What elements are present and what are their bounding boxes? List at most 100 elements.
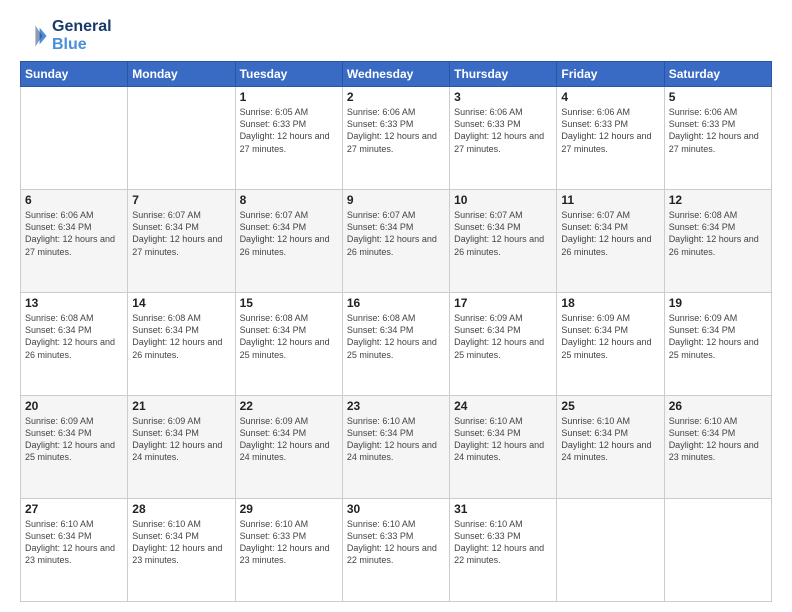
calendar-cell: 29 Sunrise: 6:10 AMSunset: 6:33 PMDaylig… — [235, 499, 342, 602]
calendar-cell: 25 Sunrise: 6:10 AMSunset: 6:34 PMDaylig… — [557, 396, 664, 499]
col-sunday: Sunday — [21, 62, 128, 87]
day-info: Sunrise: 6:07 AMSunset: 6:34 PMDaylight:… — [454, 210, 544, 256]
calendar-cell: 23 Sunrise: 6:10 AMSunset: 6:34 PMDaylig… — [342, 396, 449, 499]
day-number: 31 — [454, 502, 552, 516]
calendar-cell: 7 Sunrise: 6:07 AMSunset: 6:34 PMDayligh… — [128, 190, 235, 293]
day-number: 30 — [347, 502, 445, 516]
col-saturday: Saturday — [664, 62, 771, 87]
day-info: Sunrise: 6:06 AMSunset: 6:33 PMDaylight:… — [561, 107, 651, 153]
day-info: Sunrise: 6:08 AMSunset: 6:34 PMDaylight:… — [669, 210, 759, 256]
col-tuesday: Tuesday — [235, 62, 342, 87]
calendar-table: Sunday Monday Tuesday Wednesday Thursday… — [20, 61, 772, 602]
day-number: 10 — [454, 193, 552, 207]
logo-text: General Blue — [52, 18, 112, 53]
calendar-cell: 4 Sunrise: 6:06 AMSunset: 6:33 PMDayligh… — [557, 87, 664, 190]
calendar-cell: 17 Sunrise: 6:09 AMSunset: 6:34 PMDaylig… — [450, 293, 557, 396]
calendar-week-3: 13 Sunrise: 6:08 AMSunset: 6:34 PMDaylig… — [21, 293, 772, 396]
day-info: Sunrise: 6:06 AMSunset: 6:33 PMDaylight:… — [669, 107, 759, 153]
calendar-cell: 26 Sunrise: 6:10 AMSunset: 6:34 PMDaylig… — [664, 396, 771, 499]
day-number: 5 — [669, 90, 767, 104]
day-info: Sunrise: 6:06 AMSunset: 6:33 PMDaylight:… — [347, 107, 437, 153]
calendar-cell: 2 Sunrise: 6:06 AMSunset: 6:33 PMDayligh… — [342, 87, 449, 190]
calendar-cell: 22 Sunrise: 6:09 AMSunset: 6:34 PMDaylig… — [235, 396, 342, 499]
day-number: 9 — [347, 193, 445, 207]
calendar-cell: 30 Sunrise: 6:10 AMSunset: 6:33 PMDaylig… — [342, 499, 449, 602]
col-wednesday: Wednesday — [342, 62, 449, 87]
day-info: Sunrise: 6:10 AMSunset: 6:33 PMDaylight:… — [347, 519, 437, 565]
logo: General Blue — [20, 18, 112, 53]
day-info: Sunrise: 6:07 AMSunset: 6:34 PMDaylight:… — [240, 210, 330, 256]
day-info: Sunrise: 6:08 AMSunset: 6:34 PMDaylight:… — [347, 313, 437, 359]
calendar-week-1: 1 Sunrise: 6:05 AMSunset: 6:33 PMDayligh… — [21, 87, 772, 190]
col-friday: Friday — [557, 62, 664, 87]
day-number: 25 — [561, 399, 659, 413]
page: General Blue Sunday Monday Tuesday Wedne… — [0, 0, 792, 612]
day-number: 27 — [25, 502, 123, 516]
day-info: Sunrise: 6:05 AMSunset: 6:33 PMDaylight:… — [240, 107, 330, 153]
calendar-cell: 20 Sunrise: 6:09 AMSunset: 6:34 PMDaylig… — [21, 396, 128, 499]
day-number: 13 — [25, 296, 123, 310]
day-number: 24 — [454, 399, 552, 413]
calendar-cell: 24 Sunrise: 6:10 AMSunset: 6:34 PMDaylig… — [450, 396, 557, 499]
day-number: 2 — [347, 90, 445, 104]
day-info: Sunrise: 6:10 AMSunset: 6:34 PMDaylight:… — [132, 519, 222, 565]
calendar-cell: 14 Sunrise: 6:08 AMSunset: 6:34 PMDaylig… — [128, 293, 235, 396]
day-info: Sunrise: 6:06 AMSunset: 6:34 PMDaylight:… — [25, 210, 115, 256]
day-number: 23 — [347, 399, 445, 413]
calendar-cell — [557, 499, 664, 602]
header: General Blue — [20, 18, 772, 53]
day-info: Sunrise: 6:07 AMSunset: 6:34 PMDaylight:… — [347, 210, 437, 256]
col-monday: Monday — [128, 62, 235, 87]
calendar-week-4: 20 Sunrise: 6:09 AMSunset: 6:34 PMDaylig… — [21, 396, 772, 499]
day-number: 29 — [240, 502, 338, 516]
day-info: Sunrise: 6:08 AMSunset: 6:34 PMDaylight:… — [132, 313, 222, 359]
day-number: 19 — [669, 296, 767, 310]
day-number: 8 — [240, 193, 338, 207]
day-number: 16 — [347, 296, 445, 310]
day-info: Sunrise: 6:10 AMSunset: 6:33 PMDaylight:… — [240, 519, 330, 565]
calendar-week-2: 6 Sunrise: 6:06 AMSunset: 6:34 PMDayligh… — [21, 190, 772, 293]
calendar-cell: 9 Sunrise: 6:07 AMSunset: 6:34 PMDayligh… — [342, 190, 449, 293]
calendar-cell: 18 Sunrise: 6:09 AMSunset: 6:34 PMDaylig… — [557, 293, 664, 396]
calendar-cell: 13 Sunrise: 6:08 AMSunset: 6:34 PMDaylig… — [21, 293, 128, 396]
calendar-header: Sunday Monday Tuesday Wednesday Thursday… — [21, 62, 772, 87]
day-info: Sunrise: 6:09 AMSunset: 6:34 PMDaylight:… — [454, 313, 544, 359]
day-info: Sunrise: 6:10 AMSunset: 6:34 PMDaylight:… — [561, 416, 651, 462]
calendar-cell — [128, 87, 235, 190]
calendar-cell: 31 Sunrise: 6:10 AMSunset: 6:33 PMDaylig… — [450, 499, 557, 602]
calendar-cell: 15 Sunrise: 6:08 AMSunset: 6:34 PMDaylig… — [235, 293, 342, 396]
day-number: 1 — [240, 90, 338, 104]
day-info: Sunrise: 6:08 AMSunset: 6:34 PMDaylight:… — [240, 313, 330, 359]
day-number: 21 — [132, 399, 230, 413]
calendar-body: 1 Sunrise: 6:05 AMSunset: 6:33 PMDayligh… — [21, 87, 772, 602]
day-info: Sunrise: 6:10 AMSunset: 6:33 PMDaylight:… — [454, 519, 544, 565]
calendar-cell: 5 Sunrise: 6:06 AMSunset: 6:33 PMDayligh… — [664, 87, 771, 190]
calendar-cell: 28 Sunrise: 6:10 AMSunset: 6:34 PMDaylig… — [128, 499, 235, 602]
calendar-cell: 6 Sunrise: 6:06 AMSunset: 6:34 PMDayligh… — [21, 190, 128, 293]
day-info: Sunrise: 6:09 AMSunset: 6:34 PMDaylight:… — [240, 416, 330, 462]
day-info: Sunrise: 6:10 AMSunset: 6:34 PMDaylight:… — [347, 416, 437, 462]
day-number: 15 — [240, 296, 338, 310]
day-number: 14 — [132, 296, 230, 310]
calendar-cell: 16 Sunrise: 6:08 AMSunset: 6:34 PMDaylig… — [342, 293, 449, 396]
calendar-week-5: 27 Sunrise: 6:10 AMSunset: 6:34 PMDaylig… — [21, 499, 772, 602]
calendar-cell: 21 Sunrise: 6:09 AMSunset: 6:34 PMDaylig… — [128, 396, 235, 499]
day-number: 4 — [561, 90, 659, 104]
day-info: Sunrise: 6:09 AMSunset: 6:34 PMDaylight:… — [25, 416, 115, 462]
day-info: Sunrise: 6:09 AMSunset: 6:34 PMDaylight:… — [561, 313, 651, 359]
calendar-cell: 19 Sunrise: 6:09 AMSunset: 6:34 PMDaylig… — [664, 293, 771, 396]
calendar-cell: 1 Sunrise: 6:05 AMSunset: 6:33 PMDayligh… — [235, 87, 342, 190]
calendar-cell — [664, 499, 771, 602]
calendar-cell: 10 Sunrise: 6:07 AMSunset: 6:34 PMDaylig… — [450, 190, 557, 293]
calendar-cell: 12 Sunrise: 6:08 AMSunset: 6:34 PMDaylig… — [664, 190, 771, 293]
day-info: Sunrise: 6:10 AMSunset: 6:34 PMDaylight:… — [25, 519, 115, 565]
day-info: Sunrise: 6:07 AMSunset: 6:34 PMDaylight:… — [132, 210, 222, 256]
day-number: 18 — [561, 296, 659, 310]
day-number: 28 — [132, 502, 230, 516]
day-number: 6 — [25, 193, 123, 207]
day-info: Sunrise: 6:07 AMSunset: 6:34 PMDaylight:… — [561, 210, 651, 256]
day-number: 3 — [454, 90, 552, 104]
day-info: Sunrise: 6:10 AMSunset: 6:34 PMDaylight:… — [454, 416, 544, 462]
day-info: Sunrise: 6:09 AMSunset: 6:34 PMDaylight:… — [669, 313, 759, 359]
day-info: Sunrise: 6:06 AMSunset: 6:33 PMDaylight:… — [454, 107, 544, 153]
